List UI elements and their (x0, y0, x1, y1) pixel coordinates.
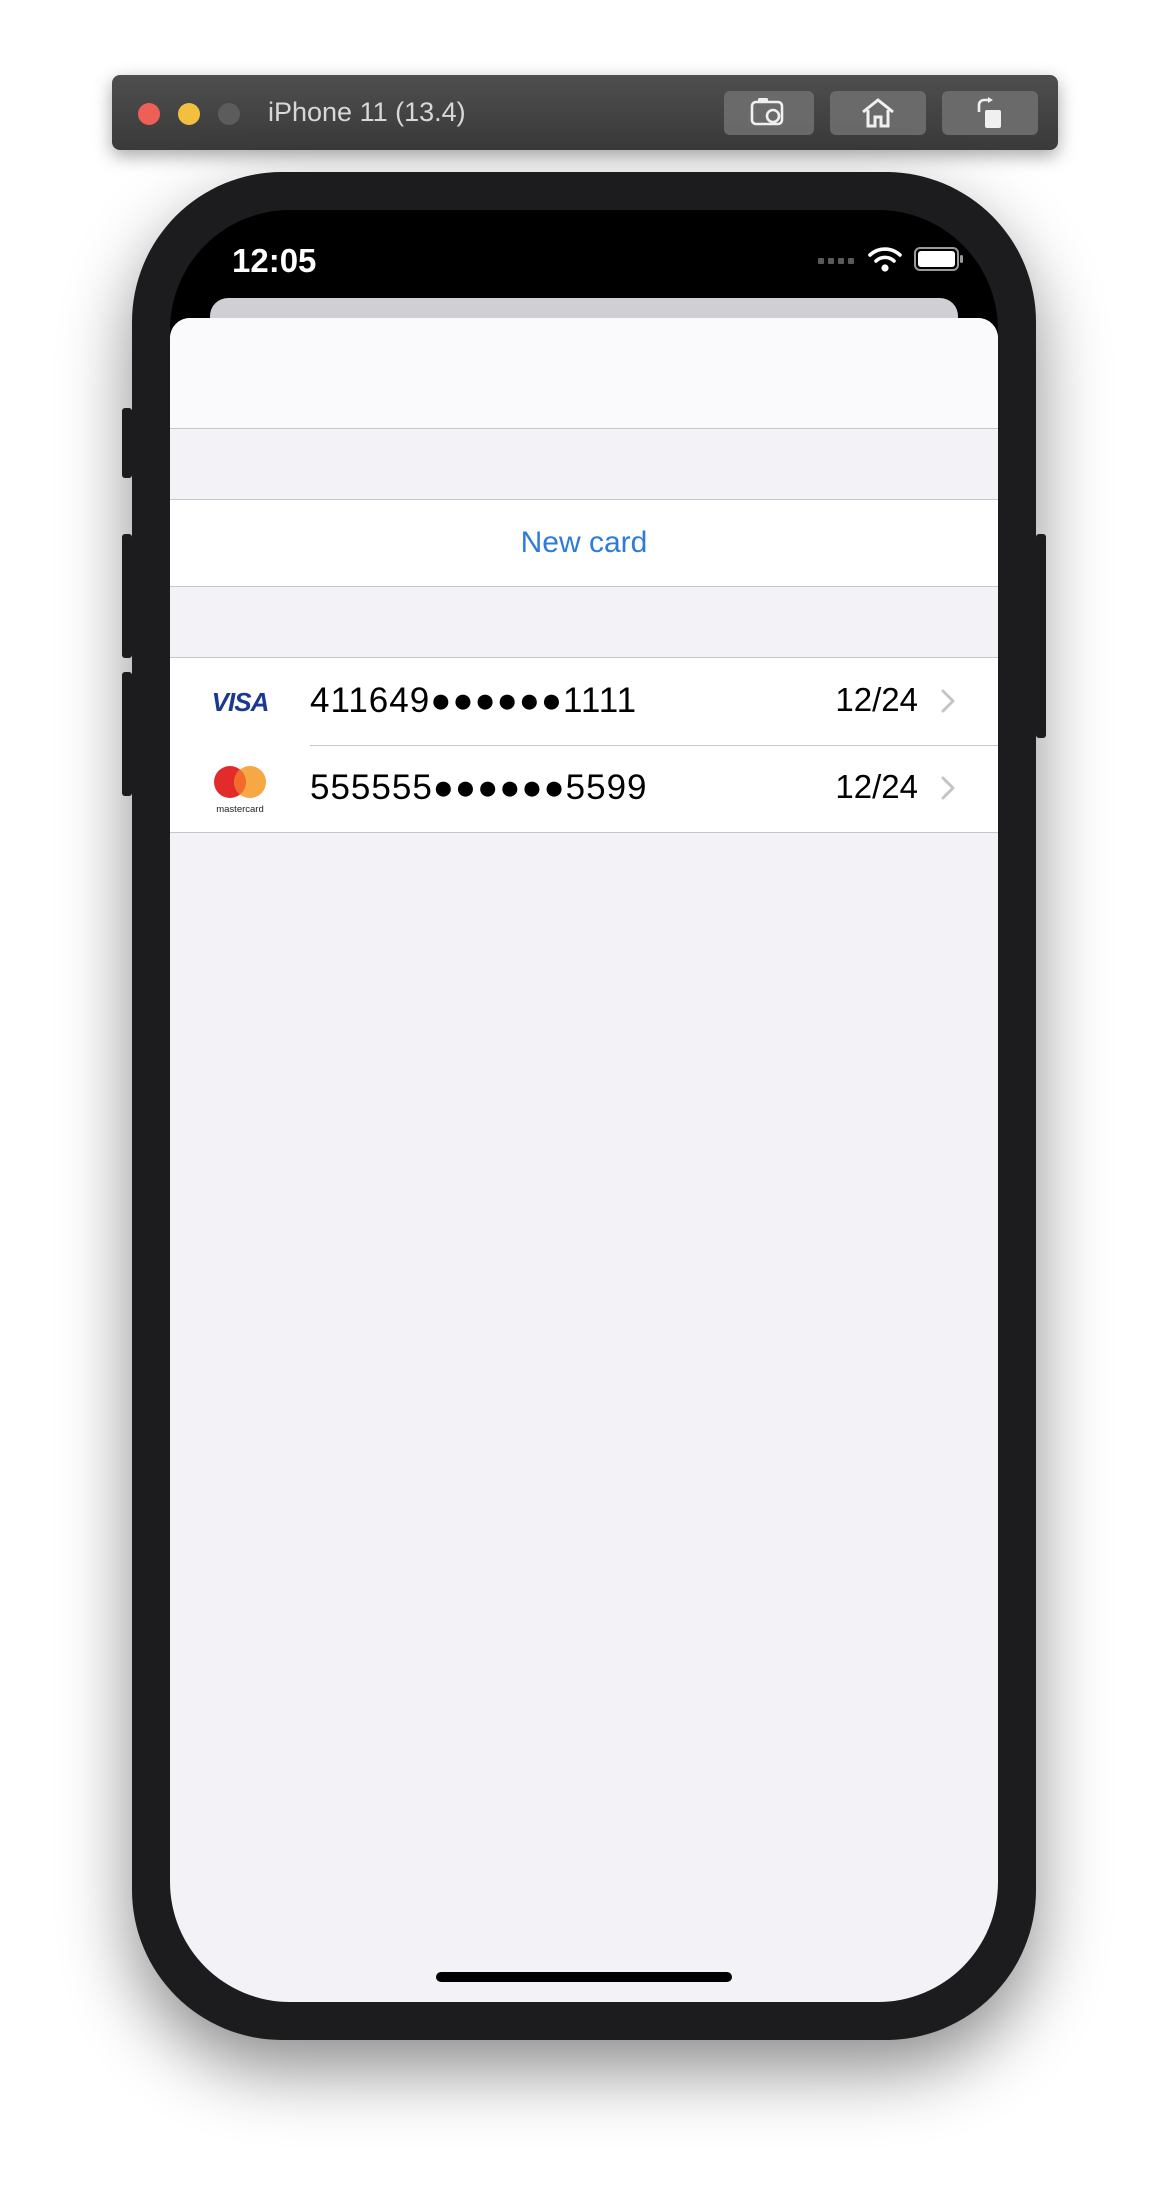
iphone-device: 12:05 New card VISA 411649●●●●●●1111 12/… (122, 172, 1046, 2040)
card-number: 555555●●●●●●5599 (310, 768, 648, 807)
status-time: 12:05 (232, 242, 317, 279)
mute-switch[interactable] (122, 408, 132, 478)
card-expiry: 12/24 (835, 768, 918, 805)
mastercard-wordmark: mastercard (216, 804, 264, 815)
card-number: 411649●●●●●●1111 (310, 681, 638, 720)
saved-cards-list: VISA 411649●●●●●●1111 12/24 mastercard 5… (170, 657, 998, 833)
notch (354, 210, 814, 276)
navigation-bar (170, 318, 998, 429)
mastercard-circles: mastercard (214, 766, 266, 815)
chevron-right-icon (941, 689, 955, 713)
simulator-title-bar: iPhone 11 (13.4) (112, 75, 1058, 150)
battery-icon (914, 247, 963, 271)
card-row[interactable]: VISA 411649●●●●●●1111 12/24 (170, 658, 998, 745)
card-sheet: New card VISA 411649●●●●●●1111 12/24 mas… (170, 318, 998, 2002)
stage: iPhone 11 (13.4) 12:05 New card VISA 411… (0, 0, 1168, 2190)
chevron-right-icon (941, 776, 955, 800)
card-expiry: 12/24 (835, 681, 918, 718)
visa-wordmark: VISA (211, 686, 270, 717)
mastercard-logo-icon: mastercard (208, 765, 272, 815)
home-button[interactable] (830, 91, 926, 135)
new-card-label: New card (520, 526, 648, 559)
volume-up-button[interactable] (122, 534, 132, 658)
new-card-button[interactable]: New card (170, 499, 998, 587)
screenshot-button[interactable] (724, 91, 814, 135)
card-row[interactable]: mastercard 555555●●●●●●5599 12/24 (170, 745, 998, 832)
minimize-window-button[interactable] (178, 103, 200, 125)
simulator-title: iPhone 11 (13.4) (268, 97, 466, 127)
visa-logo-icon: VISA (208, 678, 272, 726)
signal-icon (818, 258, 854, 264)
close-window-button[interactable] (138, 103, 160, 125)
home-indicator[interactable] (436, 1972, 732, 1982)
power-button[interactable] (1036, 534, 1046, 738)
rotate-button[interactable] (942, 91, 1038, 135)
home-icon (862, 98, 894, 128)
screenshot-icon (750, 98, 784, 126)
volume-down-button[interactable] (122, 672, 132, 796)
zoom-window-button[interactable] (218, 103, 240, 125)
wifi-icon (868, 247, 902, 272)
phone-screen: 12:05 New card VISA 411649●●●●●●1111 12/… (170, 210, 998, 2002)
rotate-icon (977, 97, 1001, 128)
status-icons (818, 246, 964, 272)
